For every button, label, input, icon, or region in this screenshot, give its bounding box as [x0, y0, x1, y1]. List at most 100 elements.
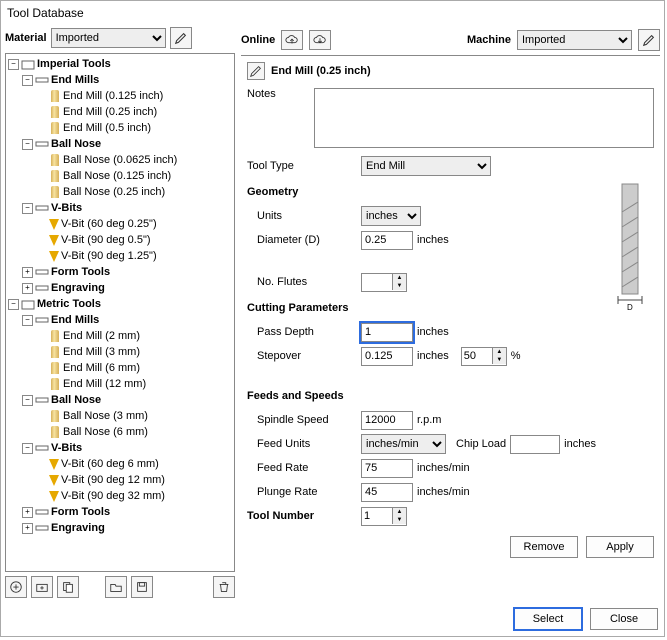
tree-item[interactable]: End Mill (0.125 inch) — [63, 90, 163, 102]
tree-item[interactable]: End Mill (0.25 inch) — [63, 106, 157, 118]
tree-item[interactable]: Ball Nose (3 mm) — [63, 410, 148, 422]
folder-open-icon — [109, 580, 123, 594]
ball-nose-icon — [51, 426, 59, 438]
feedunits-select[interactable]: inches/min — [361, 434, 446, 454]
tree-group[interactable]: Imperial Tools — [37, 58, 111, 70]
import-button[interactable] — [105, 576, 127, 598]
feedunits-label: Feed Units — [247, 438, 347, 450]
toolnum-input[interactable] — [362, 508, 392, 525]
remove-button[interactable]: Remove — [510, 536, 578, 558]
expander-icon[interactable]: − — [22, 443, 33, 454]
tree-group[interactable]: Ball Nose — [51, 394, 101, 406]
spindle-input[interactable] — [361, 411, 413, 430]
flutes-stepper[interactable]: ▲▼ — [361, 273, 407, 292]
export-button[interactable] — [131, 576, 153, 598]
tree-item[interactable]: V-Bit (90 deg 1.25") — [61, 250, 157, 262]
step-up-icon[interactable]: ▲ — [392, 508, 406, 516]
tree-item[interactable]: End Mill (2 mm) — [63, 330, 140, 342]
tree-group[interactable]: Form Tools — [51, 266, 110, 278]
vbit-icon — [49, 251, 59, 262]
diameter-input[interactable] — [361, 231, 413, 250]
expander-icon[interactable]: − — [22, 203, 33, 214]
tree-group[interactable]: V-Bits — [51, 442, 82, 454]
expander-icon[interactable]: − — [22, 75, 33, 86]
tree-item[interactable]: End Mill (3 mm) — [63, 346, 140, 358]
step-down-icon[interactable]: ▼ — [392, 282, 406, 290]
rename-button[interactable] — [247, 62, 265, 80]
plunge-input[interactable] — [361, 483, 413, 502]
step-down-icon[interactable]: ▼ — [492, 356, 506, 364]
step-up-icon[interactable]: ▲ — [392, 274, 406, 282]
expander-icon[interactable]: + — [22, 507, 33, 518]
tree-item[interactable]: Ball Nose (0.0625 inch) — [63, 154, 177, 166]
tree-group[interactable]: Engraving — [51, 522, 105, 534]
pencil-icon — [249, 64, 263, 78]
flutes-input[interactable] — [362, 274, 392, 291]
select-button[interactable]: Select — [514, 608, 582, 630]
tree-item[interactable]: V-Bit (90 deg 0.5") — [61, 234, 151, 246]
chipload-input[interactable] — [510, 435, 560, 454]
tree-item[interactable]: Ball Nose (0.125 inch) — [63, 170, 171, 182]
stepover-pct-stepper[interactable]: ▲▼ — [461, 347, 507, 366]
new-tool-button[interactable] — [5, 576, 27, 598]
close-button[interactable]: Close — [590, 608, 658, 630]
vbit-icon — [49, 475, 59, 486]
new-group-button[interactable] — [31, 576, 53, 598]
passdepth-input[interactable] — [361, 323, 413, 342]
tree-group[interactable]: Form Tools — [51, 506, 110, 518]
tree-item[interactable]: V-Bit (90 deg 12 mm) — [61, 474, 165, 486]
expander-icon[interactable]: + — [22, 267, 33, 278]
tree-item[interactable]: End Mill (6 mm) — [63, 362, 140, 374]
tree-item[interactable]: End Mill (12 mm) — [63, 378, 146, 390]
copy-button[interactable] — [57, 576, 79, 598]
expander-icon[interactable]: − — [22, 395, 33, 406]
machine-edit-button[interactable] — [638, 29, 660, 51]
tree-group[interactable]: Metric Tools — [37, 298, 101, 310]
feedrate-input[interactable] — [361, 459, 413, 478]
step-up-icon[interactable]: ▲ — [492, 348, 506, 356]
expander-icon[interactable]: − — [22, 139, 33, 150]
notes-input[interactable] — [314, 88, 654, 148]
plunge-unit: inches/min — [417, 486, 470, 498]
stepover-pct-input[interactable] — [462, 348, 492, 365]
tree-group[interactable]: Ball Nose — [51, 138, 101, 150]
spindle-label: Spindle Speed — [247, 414, 347, 426]
step-down-icon[interactable]: ▼ — [392, 516, 406, 524]
cloud-download-button[interactable] — [309, 30, 331, 50]
chipload-unit: inches — [564, 438, 596, 450]
material-edit-button[interactable] — [170, 27, 192, 49]
delete-button[interactable] — [213, 576, 235, 598]
tree-item[interactable]: V-Bit (60 deg 0.25") — [61, 218, 157, 230]
tree-group[interactable]: Engraving — [51, 282, 105, 294]
tree-group[interactable]: End Mills — [51, 74, 99, 86]
tree-group[interactable]: V-Bits — [51, 202, 82, 214]
apply-button[interactable]: Apply — [586, 536, 654, 558]
plus-circle-icon — [9, 580, 23, 594]
tree-group[interactable]: End Mills — [51, 314, 99, 326]
ruler-icon — [35, 521, 49, 535]
tree-item[interactable]: V-Bit (90 deg 32 mm) — [61, 490, 165, 502]
expander-icon[interactable]: + — [22, 283, 33, 294]
cloud-upload-button[interactable] — [281, 30, 303, 50]
stepover-label: Stepover — [247, 350, 347, 362]
tree-item[interactable]: End Mill (0.5 inch) — [63, 122, 151, 134]
units-select[interactable]: inches — [361, 206, 421, 226]
ball-nose-icon — [51, 154, 59, 166]
machine-select[interactable]: Imported — [517, 30, 632, 50]
toolnum-stepper[interactable]: ▲▼ — [361, 507, 407, 526]
expander-icon[interactable]: − — [22, 315, 33, 326]
stepover-input[interactable] — [361, 347, 413, 366]
flutes-label: No. Flutes — [247, 276, 347, 288]
tree-item[interactable]: V-Bit (60 deg 6 mm) — [61, 458, 159, 470]
material-select[interactable]: Imported — [51, 28, 166, 48]
tool-tree[interactable]: −Imperial Tools −End Mills End Mill (0.1… — [5, 53, 235, 572]
tree-item[interactable]: Ball Nose (0.25 inch) — [63, 186, 165, 198]
copy-icon — [61, 580, 75, 594]
ruler-icon — [35, 265, 49, 279]
geometry-group: Geometry — [247, 180, 654, 204]
expander-icon[interactable]: − — [8, 59, 19, 70]
expander-icon[interactable]: + — [22, 523, 33, 534]
tree-item[interactable]: Ball Nose (6 mm) — [63, 426, 148, 438]
expander-icon[interactable]: − — [8, 299, 19, 310]
tooltype-select[interactable]: End Mill — [361, 156, 491, 176]
